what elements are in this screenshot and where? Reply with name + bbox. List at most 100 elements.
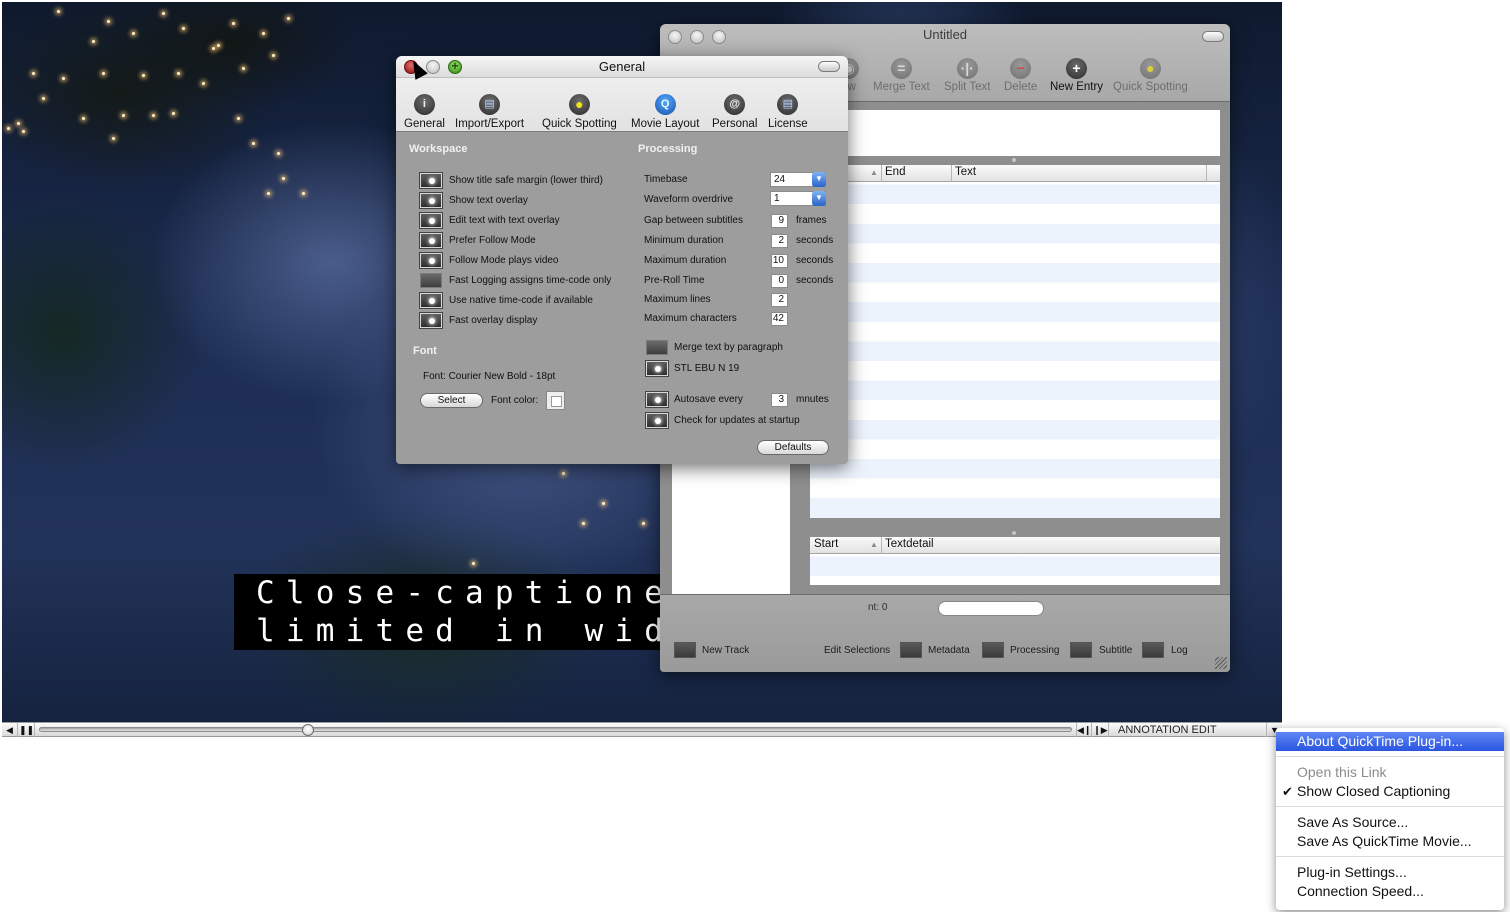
timebase-value: 24 (774, 174, 786, 185)
speaker-icon: ◀ (6, 725, 13, 735)
menu-item[interactable]: Connection Speed... (1276, 882, 1504, 901)
tab-quick-spotting[interactable]: ● Quick Spotting (542, 94, 617, 130)
step-back-button[interactable]: ◀❙ (1076, 723, 1092, 737)
font-color-label: Font color: (491, 395, 539, 406)
processing-field-input[interactable]: 2 (771, 234, 788, 248)
tab-license[interactable]: ▤ License (768, 94, 808, 130)
new-track-toggle[interactable] (674, 642, 696, 658)
workspace-option-checkbox[interactable] (419, 232, 443, 249)
menu-item[interactable]: Plug-in Settings... (1276, 863, 1504, 882)
resize-grip-icon[interactable] (1215, 657, 1227, 669)
city-light (242, 67, 245, 70)
processing-field-input[interactable]: 10 (771, 254, 788, 268)
playhead-thumb[interactable] (301, 724, 314, 736)
toolbar-quick-spotting-button[interactable]: ● Quick Spotting (1113, 58, 1188, 93)
entry-count: nt: 0 (868, 602, 888, 613)
city-light (212, 47, 215, 50)
document-bottom-bar: nt: 0 New Track Edit Selections Metadata… (660, 594, 1230, 672)
menu-item[interactable]: Save As Source... (1276, 813, 1504, 832)
autosave-checkbox[interactable] (645, 391, 669, 408)
chevron-down-icon: ▼ (812, 172, 826, 187)
toolbar-new-entry-button[interactable]: + New Entry (1050, 58, 1103, 93)
workspace-option-checkbox[interactable] (419, 252, 443, 269)
processing-field-input[interactable]: 42 (771, 312, 788, 326)
text-preview-area[interactable] (810, 110, 1220, 156)
workspace-option-label: Show text overlay (449, 195, 528, 206)
log-toggle[interactable] (1142, 642, 1164, 658)
column-header-textdetail[interactable]: Textdetail (885, 538, 934, 550)
check-updates-checkbox[interactable] (645, 412, 669, 429)
font-description: Font: Courier New Bold - 18pt (423, 371, 556, 382)
autosave-interval-field[interactable]: 3 (771, 393, 788, 407)
metadata-toggle[interactable] (900, 642, 922, 658)
document-icon: ▤ (479, 94, 501, 115)
menu-item[interactable]: Save As QuickTime Movie... (1276, 832, 1504, 851)
workspace-option-checkbox[interactable] (419, 312, 443, 329)
merge-icon: = (890, 58, 912, 79)
processing-field-input[interactable]: 9 (771, 214, 788, 228)
search-input[interactable] (938, 601, 1044, 616)
city-light (562, 472, 565, 475)
processing-field-unit: seconds (796, 275, 834, 286)
column-header-end[interactable]: End (885, 166, 905, 178)
city-light (152, 114, 155, 117)
processing-toggle[interactable] (982, 642, 1004, 658)
column-header-text[interactable]: Text (955, 166, 976, 178)
timeline-track[interactable] (39, 727, 1072, 732)
splitter-handle[interactable] (1012, 158, 1016, 162)
menu-item[interactable]: About QuickTime Plug-in... (1276, 732, 1504, 751)
toolbar-split-text-button[interactable]: ·|· Split Text (944, 58, 990, 93)
subtitle-table-header: ▲ End Text (810, 165, 1220, 182)
tab-label: Quick Spotting (542, 118, 617, 130)
font-color-well[interactable] (546, 391, 565, 410)
merge-text-checkbox[interactable] (646, 340, 668, 355)
timebase-select[interactable]: 24 ▼ (770, 172, 826, 187)
workspace-option-checkbox[interactable] (419, 192, 443, 209)
city-light (122, 114, 125, 117)
sort-ascending-icon: ▲ (870, 540, 878, 549)
column-header-start[interactable]: Start (814, 538, 838, 550)
toolbar-toggle-button[interactable] (1202, 31, 1224, 42)
sort-ascending-icon: ▲ (870, 168, 878, 177)
tab-movie-layout[interactable]: Q Movie Layout (631, 94, 699, 130)
select-font-button[interactable]: Select (420, 393, 483, 408)
pause-icon: ❚❚ (19, 725, 35, 735)
step-forward-button[interactable]: ❙▶ (1093, 723, 1109, 737)
city-light (112, 137, 115, 140)
city-light (287, 17, 290, 20)
menu-item[interactable]: ✔ Show Closed Captioning (1276, 782, 1504, 801)
workspace-option-label: Follow Mode plays video (449, 255, 559, 266)
menu-item-label: Show Closed Captioning (1297, 783, 1451, 799)
processing-field-input[interactable]: 2 (771, 293, 788, 307)
tab-general[interactable]: i General (404, 94, 445, 130)
toolbar-merge-text-button[interactable]: = Merge Text (873, 58, 930, 93)
city-light (42, 97, 45, 100)
splitter-handle[interactable] (1012, 531, 1016, 535)
detail-table[interactable]: Start ▲ Textdetail (810, 537, 1220, 585)
workspace-option-checkbox[interactable] (420, 273, 442, 288)
workspace-option-checkbox[interactable] (419, 212, 443, 229)
subtitle-label: Subtitle (1099, 645, 1133, 656)
play-pause-button[interactable]: ❚❚ (19, 723, 35, 737)
toolbar-delete-button[interactable]: − Delete (1004, 58, 1037, 93)
waveform-select[interactable]: 1 ▼ (770, 191, 826, 206)
city-light (62, 77, 65, 80)
toolbar-label: Quick Spotting (1113, 81, 1188, 93)
workspace-option-checkbox[interactable] (419, 292, 443, 309)
city-light (217, 44, 220, 47)
tab-personal[interactable]: @ Personal (712, 94, 757, 130)
menu-item-label: Connection Speed... (1297, 883, 1424, 899)
subtitle-toggle[interactable] (1070, 642, 1092, 658)
subtitle-table[interactable]: ▲ End Text (810, 165, 1220, 518)
preferences-window: + General i General ▤ Import/Export ● Qu… (396, 56, 848, 464)
workspace-option-checkbox[interactable] (419, 172, 443, 189)
volume-button[interactable]: ◀ (2, 723, 18, 737)
tab-import-export[interactable]: ▤ Import/Export (455, 94, 524, 130)
toolbar-toggle-button[interactable] (818, 61, 840, 72)
step-back-icon: ◀❙ (1077, 725, 1092, 735)
log-label: Log (1171, 645, 1188, 656)
processing-field-input[interactable]: 0 (771, 274, 788, 288)
city-light (22, 130, 25, 133)
defaults-button[interactable]: Defaults (757, 440, 829, 455)
stl-ebu-checkbox[interactable] (645, 360, 669, 377)
